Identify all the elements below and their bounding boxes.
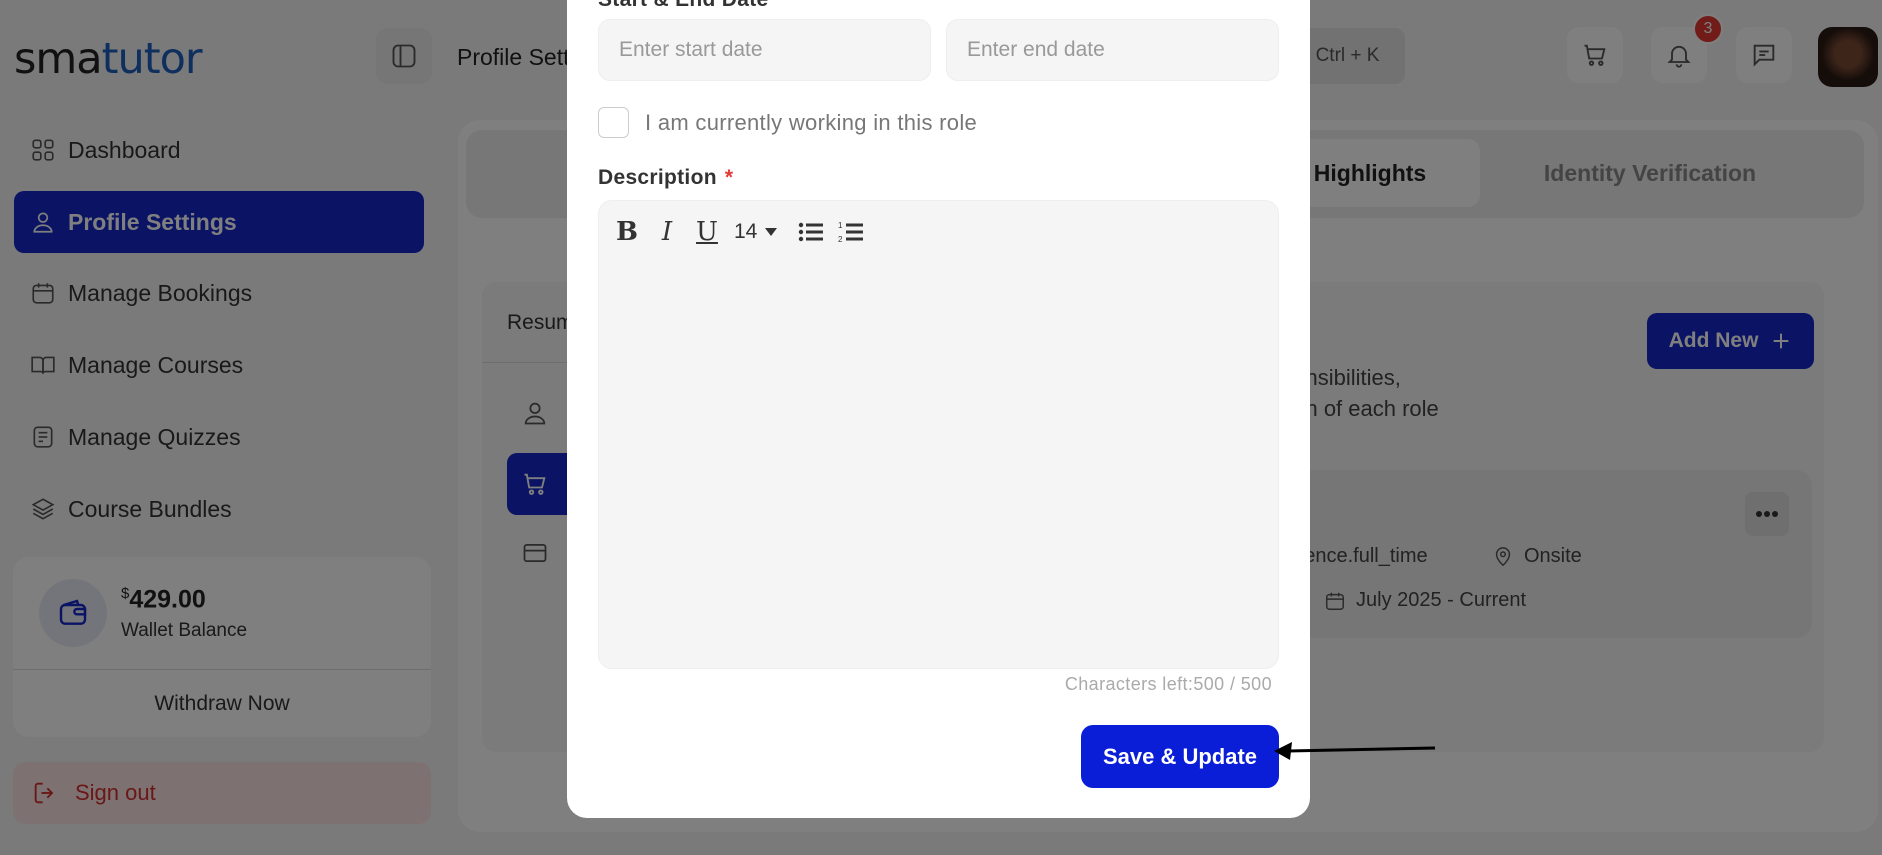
caret-down-icon — [765, 228, 778, 236]
start-date-input[interactable] — [598, 19, 931, 81]
character-counter: Characters left:500 / 500 — [1064, 674, 1272, 694]
numbered-list-icon: 12 — [838, 221, 863, 244]
bullet-list-icon — [798, 222, 823, 242]
font-size-select[interactable]: 14 — [734, 220, 784, 244]
date-label: Start & End Date* — [598, 0, 785, 12]
bold-button[interactable]: B — [614, 215, 640, 249]
pointer-arrow-annotation — [1274, 742, 1436, 760]
underline-button[interactable]: U — [694, 215, 720, 249]
current-role-checkbox[interactable] — [598, 107, 629, 138]
current-role-label: I am currently working in this role — [645, 110, 978, 135]
svg-text:2: 2 — [838, 235, 843, 244]
description-editor[interactable] — [598, 200, 1279, 669]
svg-text:1: 1 — [838, 221, 843, 230]
editor-toolbar: B I U 14 12 — [614, 215, 864, 249]
description-label: Description * — [598, 166, 734, 189]
bullet-list-button[interactable] — [798, 215, 824, 249]
italic-button[interactable]: I — [654, 215, 680, 249]
save-update-button[interactable]: Save & Update — [1081, 725, 1279, 788]
numbered-list-button[interactable]: 12 — [838, 215, 864, 249]
end-date-input[interactable] — [946, 19, 1279, 81]
